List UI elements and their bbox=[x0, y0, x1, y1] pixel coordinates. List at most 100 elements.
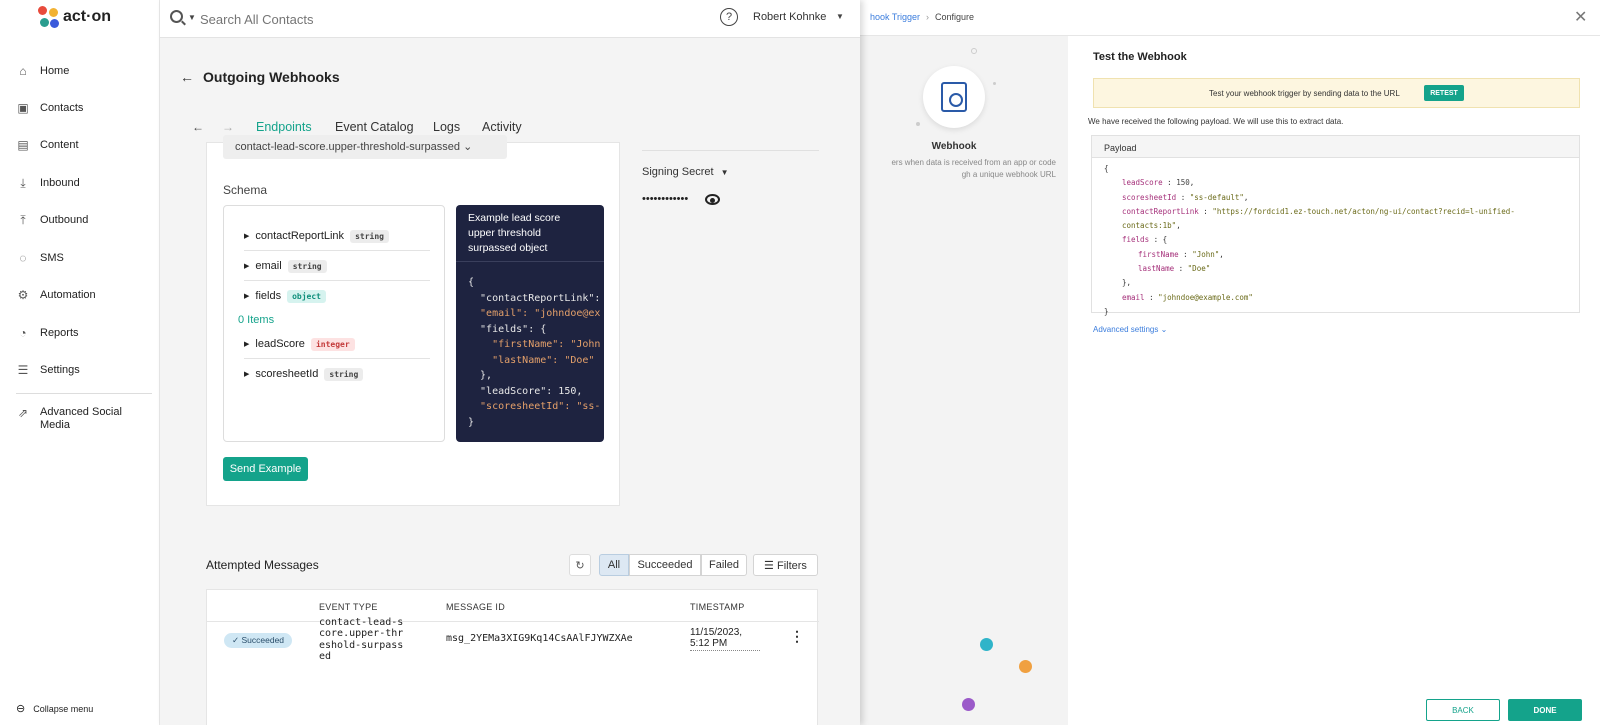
example-json: { "contactReportLink": "email": "johndoe… bbox=[468, 275, 604, 430]
filter-succeeded[interactable]: Succeeded bbox=[629, 554, 701, 576]
tab-logs[interactable]: Logs bbox=[433, 120, 460, 134]
sidebar-item-advanced-social-media[interactable]: ⇗ Advanced Social Media bbox=[16, 406, 140, 434]
sms-icon: ◌ bbox=[19, 251, 27, 265]
code-line: } bbox=[468, 416, 475, 428]
retest-button[interactable]: RETEST bbox=[1424, 85, 1464, 101]
logo-text: act·on bbox=[63, 8, 111, 25]
refresh-button[interactable]: ↻ bbox=[569, 554, 591, 576]
schema-field-email[interactable]: ▶ email string bbox=[244, 256, 327, 276]
advanced-settings-link[interactable]: Advanced settings ⌄ bbox=[1093, 325, 1167, 334]
sidebar-item-outbound[interactable]: ⤒ Outbound bbox=[16, 212, 88, 228]
collapse-menu-button[interactable]: ⊖ Collapse menu bbox=[16, 702, 93, 715]
search-input[interactable] bbox=[200, 9, 500, 29]
decor-dot bbox=[993, 82, 996, 85]
tab-activity[interactable]: Activity bbox=[482, 120, 522, 134]
filter-all[interactable]: All bbox=[599, 554, 629, 576]
sidebar-item-automation[interactable]: ⚙ Automation bbox=[16, 287, 96, 303]
send-example-button[interactable]: Send Example bbox=[223, 457, 308, 481]
schema-field-fields[interactable]: ▶ fields object bbox=[244, 286, 326, 306]
sidebar-divider bbox=[16, 393, 152, 394]
signing-secret-toggle[interactable]: Signing Secret ▼ bbox=[642, 166, 729, 178]
main-panel: ▼ ? Robert Kohnke ▼ ← Outgoing Webhooks … bbox=[160, 0, 860, 725]
test-banner: Test your webhook trigger by sending dat… bbox=[1093, 78, 1580, 108]
divider bbox=[642, 150, 819, 151]
settings-icon: ☰ bbox=[17, 363, 29, 377]
payload-leadscore: 150 bbox=[1176, 178, 1190, 188]
chevron-down-icon: ▼ bbox=[720, 168, 729, 177]
tab-event-catalog[interactable]: Event Catalog bbox=[335, 120, 414, 134]
test-webhook-title: Test the Webhook bbox=[1093, 51, 1187, 63]
schema-field-contactreportlink[interactable]: ▶ contactReportLink string bbox=[244, 226, 389, 246]
code-line: "leadScore": 150, bbox=[468, 385, 583, 397]
back-arrow-icon[interactable]: ← bbox=[180, 69, 194, 85]
code-line: { bbox=[468, 277, 475, 288]
payload-firstname: "John" bbox=[1192, 249, 1220, 259]
event-type-select[interactable]: contact-lead-score.upper-threshold-surpa… bbox=[223, 135, 507, 159]
eye-icon[interactable] bbox=[705, 194, 720, 205]
field-name: scoresheetId bbox=[255, 368, 319, 380]
arrow-right-icon[interactable]: → bbox=[222, 120, 234, 134]
code-line: "firstName": "John bbox=[468, 339, 601, 350]
schema-field-leadscore[interactable]: ▶ leadScore integer bbox=[244, 334, 355, 354]
code-line: "fields": { bbox=[468, 323, 547, 335]
search-icon[interactable] bbox=[170, 10, 183, 23]
filters-button[interactable]: ☰ Filters bbox=[753, 554, 818, 576]
breadcrumb-webhook-trigger[interactable]: hook Trigger bbox=[870, 12, 920, 22]
schema-field-scoresheetid[interactable]: ▶ scoresheetId string bbox=[244, 364, 364, 384]
sidebar-item-label: Inbound bbox=[40, 177, 80, 189]
sidebar-item-label: SMS bbox=[40, 252, 64, 264]
chevron-down-icon[interactable]: ▼ bbox=[188, 13, 196, 22]
help-icon[interactable]: ? bbox=[720, 8, 738, 26]
schema-label: Schema bbox=[223, 183, 268, 197]
webhook-node-area bbox=[860, 36, 1068, 725]
payload-scoresheetid: "ss-default" bbox=[1189, 192, 1244, 202]
status-label: Succeeded bbox=[241, 635, 285, 645]
sidebar: act·on ⌂ Home ▣ Contacts ▤ Content ⤓ Inbound… bbox=[0, 0, 160, 725]
sidebar-item-label: Automation bbox=[40, 289, 96, 301]
code-line: }, bbox=[468, 370, 493, 381]
example-title: Example lead score upper threshold surpa… bbox=[468, 212, 561, 254]
json-brace: } bbox=[1104, 306, 1109, 316]
type-badge: object bbox=[287, 289, 326, 303]
sidebar-item-contacts[interactable]: ▣ Contacts bbox=[16, 100, 83, 116]
chevron-down-icon: ⌄ bbox=[463, 141, 473, 153]
webhook-icon bbox=[941, 82, 967, 112]
webhook-node-description: ers when data is received from an app or… bbox=[891, 158, 1056, 179]
sidebar-item-label: Settings bbox=[40, 364, 80, 376]
back-button[interactable]: BACK bbox=[1426, 699, 1500, 721]
top-bar: ▼ ? Robert Kohnke ▼ bbox=[160, 0, 860, 38]
sidebar-item-label: Outbound bbox=[40, 214, 89, 226]
close-icon[interactable]: ✕ bbox=[1574, 7, 1587, 27]
code-line: "email": "johndoe@ex bbox=[468, 308, 601, 319]
advanced-settings-label: Advanced settings bbox=[1093, 325, 1159, 334]
sidebar-item-reports[interactable]: ◔ Reports bbox=[16, 325, 78, 341]
external-link-icon: ⇗ bbox=[17, 406, 29, 420]
chevron-down-icon[interactable]: ▼ bbox=[836, 12, 844, 21]
webhook-node[interactable] bbox=[923, 66, 985, 128]
divider bbox=[244, 280, 430, 281]
caret-right-icon: ▶ bbox=[244, 263, 250, 270]
sidebar-item-settings[interactable]: ☰ Settings bbox=[16, 362, 80, 378]
type-badge: string bbox=[287, 259, 327, 273]
caret-right-icon: ▶ bbox=[244, 371, 250, 378]
more-options-icon[interactable]: ⋮ bbox=[790, 628, 804, 645]
contacts-icon: ▣ bbox=[17, 101, 29, 115]
user-menu[interactable]: Robert Kohnke bbox=[753, 11, 826, 23]
sidebar-item-label: Contacts bbox=[40, 102, 84, 114]
page-title: Outgoing Webhooks bbox=[203, 69, 340, 85]
filter-failed[interactable]: Failed bbox=[701, 554, 747, 576]
payload-label: Payload bbox=[1092, 136, 1579, 158]
sidebar-item-home[interactable]: ⌂ Home bbox=[16, 63, 69, 79]
arrow-left-icon[interactable]: ← bbox=[192, 120, 204, 134]
collapse-icon: ⊖ bbox=[16, 703, 26, 715]
tab-endpoints[interactable]: Endpoints bbox=[256, 120, 312, 134]
logo[interactable]: act·on bbox=[38, 6, 111, 28]
sidebar-item-inbound[interactable]: ⤓ Inbound bbox=[16, 175, 80, 191]
done-button[interactable]: DONE bbox=[1508, 699, 1582, 721]
sidebar-item-sms[interactable]: ◌ SMS bbox=[16, 250, 64, 266]
payload-line: }, bbox=[1122, 278, 1132, 288]
check-icon: ✓ bbox=[232, 635, 240, 645]
sidebar-item-content[interactable]: ▤ Content bbox=[16, 137, 78, 153]
column-header-message-id: MESSAGE ID bbox=[446, 602, 506, 612]
filters-label: Filters bbox=[776, 559, 807, 572]
